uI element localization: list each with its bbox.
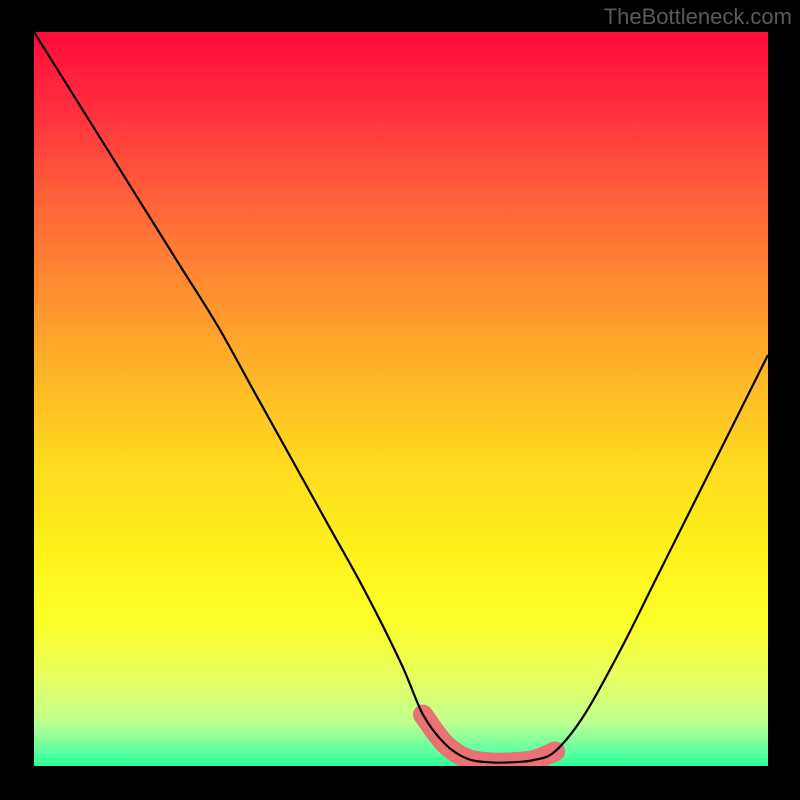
highlight-band: [423, 715, 555, 763]
curve-line: [34, 32, 768, 763]
bottleneck-chart: [34, 32, 768, 766]
watermark-text: TheBottleneck.com: [604, 4, 792, 30]
plot-area: [34, 32, 768, 766]
